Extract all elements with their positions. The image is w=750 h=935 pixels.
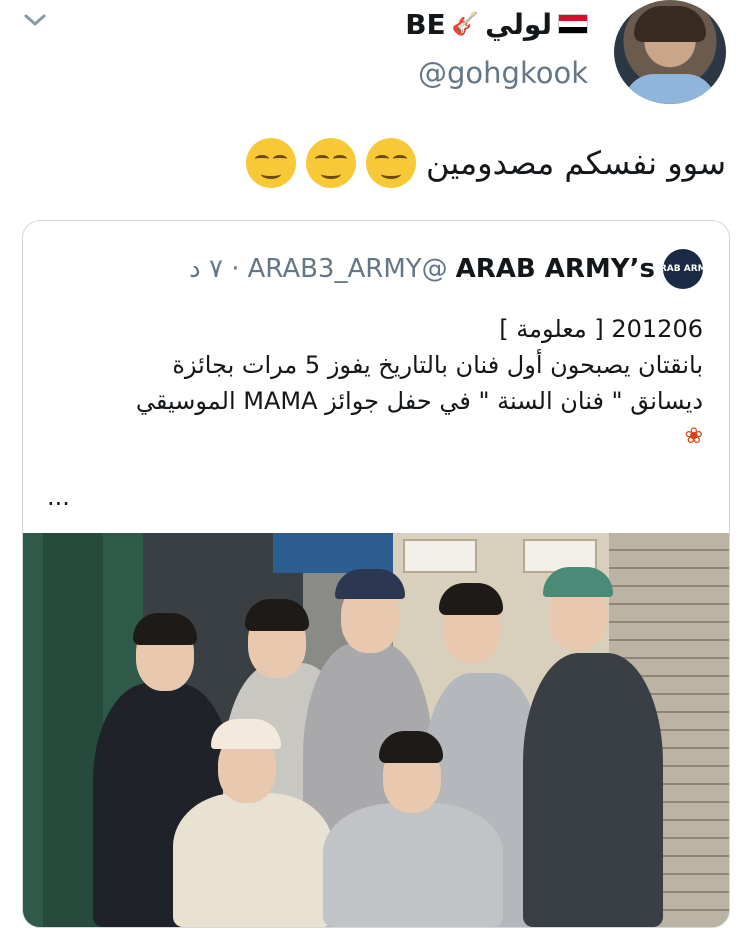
user-handle[interactable]: @gohgkook	[418, 56, 588, 90]
quoted-time: · ٧ د	[189, 254, 240, 284]
quoted-line: بانقتان يصبحون أول فنان بالتاريخ يفوز 5 …	[172, 351, 703, 379]
quoted-text: 201206 [ معلومة ] بانقتان يصبحون أول فنا…	[43, 311, 703, 455]
quoted-avatar: ARAB ARMY	[653, 249, 713, 289]
quoted-tweet[interactable]: ARAB ARMY ARAB ARMY’s @ARAB3_ARMY · ٧ د …	[22, 220, 730, 928]
smirk-face-icon	[245, 138, 296, 188]
display-name-suffix: BE	[405, 7, 446, 41]
group-photo[interactable]	[23, 533, 729, 927]
quoted-line: 201206 [ معلومة ]	[499, 315, 703, 343]
more-ellipsis: ...	[47, 483, 70, 511]
chevron-down-icon[interactable]	[22, 10, 48, 30]
display-name-row[interactable]: لولي 🎸 BE	[405, 4, 588, 44]
tweet-text: سوو نفسكم مصدومين	[245, 138, 726, 188]
smirk-face-icon	[365, 138, 416, 188]
smirk-face-icon	[305, 138, 356, 188]
quoted-handle: @ARAB3_ARMY	[247, 254, 448, 284]
iraq-flag-icon	[558, 14, 588, 34]
quoted-tweet-header: ARAB ARMY ARAB ARMY’s @ARAB3_ARMY · ٧ د	[189, 249, 713, 289]
display-name: لولي	[485, 7, 552, 41]
avatar[interactable]	[614, 0, 726, 104]
decoration-icon: ❀	[684, 424, 703, 449]
tweet-body: سوو نفسكم مصدومين	[425, 144, 726, 182]
guitar-icon: 🎸	[451, 11, 480, 37]
quoted-display-name: ARAB ARMY’s	[455, 254, 655, 284]
quoted-line: ديسانق " فنان السنة " في حفل جوائز MAMA …	[135, 387, 703, 415]
